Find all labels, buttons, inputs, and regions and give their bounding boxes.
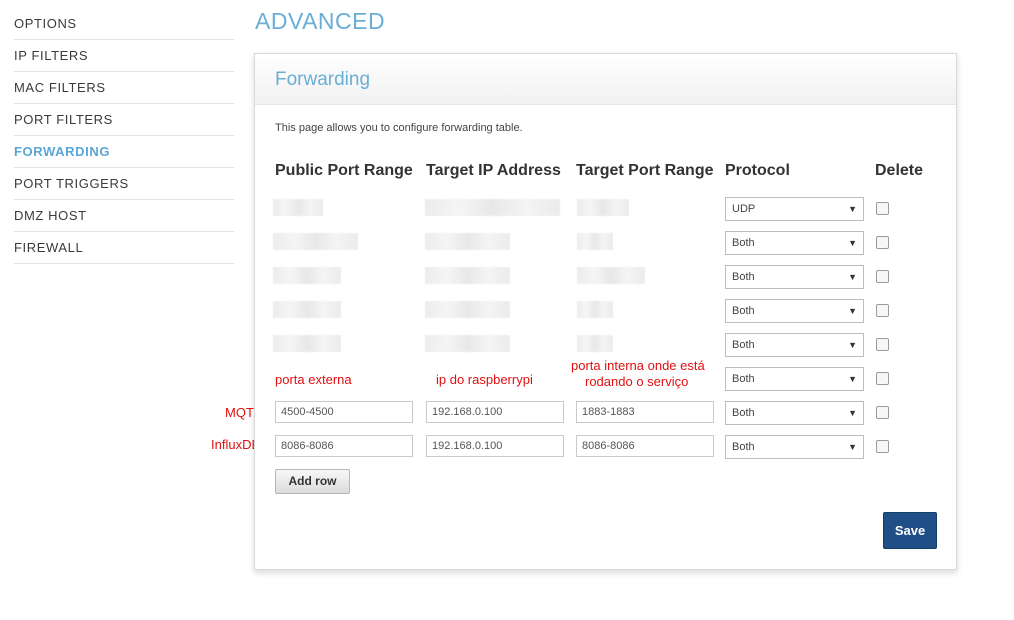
sidebar-item-ip-filters[interactable]: IP FILTERS — [14, 40, 234, 72]
panel-description: This page allows you to configure forwar… — [275, 122, 523, 134]
protocol-select[interactable]: UDP ▼ — [725, 197, 864, 221]
annotation-external-port: porta externa — [275, 372, 352, 387]
sidebar-item-mac-filters[interactable]: MAC FILTERS — [14, 72, 234, 104]
sidebar-item-port-triggers[interactable]: PORT TRIGGERS — [14, 168, 234, 200]
page-title: ADVANCED — [255, 8, 386, 34]
protocol-select[interactable]: Both ▼ — [725, 401, 864, 425]
redacted-field — [577, 267, 645, 284]
protocol-select[interactable]: Both ▼ — [725, 435, 864, 459]
annotation-raspberry-ip: ip do raspberrypi — [436, 372, 533, 387]
table-row: 8086-8086 192.168.0.100 8086-8086 Both ▼ — [255, 431, 956, 465]
redacted-field — [273, 335, 341, 352]
table-row: 4500-4500 192.168.0.100 1883-1883 Both ▼ — [255, 397, 956, 431]
table-row: Both ▼ — [255, 295, 956, 329]
sidebar-item-port-filters[interactable]: PORT FILTERS — [14, 104, 234, 136]
table-row: Both ▼ — [255, 261, 956, 295]
protocol-select[interactable]: Both ▼ — [725, 333, 864, 357]
delete-checkbox[interactable] — [876, 304, 889, 317]
target-port-input[interactable]: 8086-8086 — [576, 435, 714, 457]
add-row-button[interactable]: Add row — [275, 469, 350, 494]
public-port-input[interactable]: 4500-4500 — [275, 401, 413, 423]
sidebar-item-options[interactable]: OPTIONS — [14, 8, 234, 40]
protocol-select[interactable]: Both ▼ — [725, 231, 864, 255]
sidebar-nav: OPTIONS IP FILTERS MAC FILTERS PORT FILT… — [14, 8, 234, 264]
row-label-influxdb: InfluxDB — [211, 437, 261, 452]
chevron-down-icon: ▼ — [848, 238, 857, 248]
table-row: Both ▼ — [255, 227, 956, 261]
chevron-down-icon: ▼ — [848, 408, 857, 418]
column-header-delete: Delete — [875, 162, 924, 179]
annotation-internal-port-1: porta interna onde está — [571, 358, 705, 373]
redacted-field — [425, 267, 510, 284]
chevron-down-icon: ▼ — [848, 204, 857, 214]
chevron-down-icon: ▼ — [848, 340, 857, 350]
delete-checkbox[interactable] — [876, 202, 889, 215]
table-row: UDP ▼ — [255, 193, 956, 227]
protocol-select[interactable]: Both ▼ — [725, 299, 864, 323]
target-ip-input[interactable]: 192.168.0.100 — [426, 401, 564, 423]
chevron-down-icon: ▼ — [848, 306, 857, 316]
column-header-target-port: Target Port Range — [576, 162, 714, 179]
delete-checkbox[interactable] — [876, 372, 889, 385]
public-port-input[interactable]: 8086-8086 — [275, 435, 413, 457]
target-port-input[interactable]: 1883-1883 — [576, 401, 714, 423]
table-row: porta externa ip do raspberrypi porta in… — [255, 358, 956, 397]
chevron-down-icon: ▼ — [848, 374, 857, 384]
column-header-target-ip: Target IP Address — [426, 162, 561, 179]
annotation-internal-port-2: rodando o serviço — [585, 374, 689, 389]
panel-title: Forwarding — [275, 69, 371, 90]
save-button[interactable]: Save — [883, 512, 937, 549]
column-header-protocol: Protocol — [725, 162, 790, 179]
redacted-field — [273, 199, 323, 216]
redacted-field — [273, 233, 358, 250]
column-header-public-port: Public Port Range — [275, 162, 413, 179]
redacted-field — [425, 335, 510, 352]
redacted-field — [577, 301, 613, 318]
redacted-field — [425, 301, 510, 318]
protocol-select[interactable]: Both ▼ — [725, 265, 864, 289]
protocol-select[interactable]: Both ▼ — [725, 367, 864, 391]
redacted-field — [273, 267, 341, 284]
delete-checkbox[interactable] — [876, 338, 889, 351]
delete-checkbox[interactable] — [876, 440, 889, 453]
target-ip-input[interactable]: 192.168.0.100 — [426, 435, 564, 457]
forwarding-panel: Forwarding This page allows you to confi… — [254, 53, 957, 570]
redacted-field — [273, 301, 341, 318]
chevron-down-icon: ▼ — [848, 272, 857, 282]
redacted-field — [577, 335, 613, 352]
redacted-field — [577, 199, 629, 216]
redacted-field — [425, 199, 560, 216]
delete-checkbox[interactable] — [876, 406, 889, 419]
sidebar-item-dmz-host[interactable]: DMZ HOST — [14, 200, 234, 232]
delete-checkbox[interactable] — [876, 270, 889, 283]
redacted-field — [425, 233, 510, 250]
delete-checkbox[interactable] — [876, 236, 889, 249]
sidebar-item-firewall[interactable]: FIREWALL — [14, 232, 234, 264]
redacted-field — [577, 233, 613, 250]
sidebar-item-forwarding[interactable]: FORWARDING — [14, 136, 234, 168]
chevron-down-icon: ▼ — [848, 442, 857, 452]
